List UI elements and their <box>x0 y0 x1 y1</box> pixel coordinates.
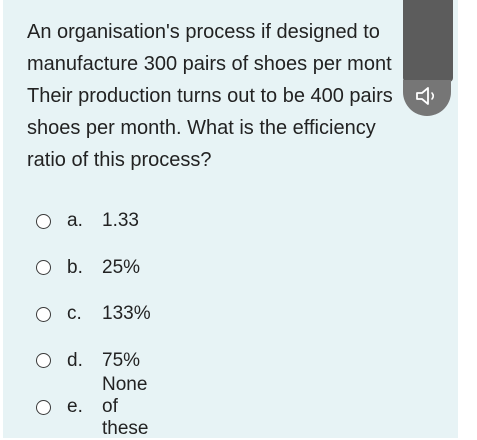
option-label: None of these <box>102 374 149 440</box>
option-c[interactable]: c. 133% <box>36 291 151 338</box>
question-text: An organisation's process if designed to… <box>27 21 393 171</box>
option-label: 25% <box>102 256 141 278</box>
option-letter: d. <box>67 349 83 371</box>
option-letter: a. <box>67 210 83 232</box>
option-a[interactable]: a. 1.33 <box>36 198 139 245</box>
speaker-icon <box>414 85 440 112</box>
answer-options: a. 1.33 b. 25% c. 133% d. 75% e. None of… <box>36 198 151 439</box>
radio-button[interactable] <box>36 306 51 322</box>
option-letter: e. <box>67 396 83 418</box>
volume-overlay-panel <box>403 0 453 82</box>
option-letter: c. <box>67 303 82 325</box>
option-b[interactable]: b. 25% <box>36 245 140 292</box>
question-card: An organisation's process if designed to… <box>3 0 458 439</box>
radio-button[interactable] <box>36 353 51 369</box>
option-letter: b. <box>67 256 83 278</box>
option-d[interactable]: d. 75% <box>36 338 140 385</box>
radio-button[interactable] <box>36 399 51 415</box>
option-label: 75% <box>102 349 141 371</box>
radio-button[interactable] <box>36 213 51 229</box>
option-label: 1.33 <box>102 210 139 232</box>
option-e[interactable]: e. None of these <box>36 374 148 439</box>
option-label: 133% <box>102 303 151 325</box>
radio-button[interactable] <box>36 260 51 276</box>
